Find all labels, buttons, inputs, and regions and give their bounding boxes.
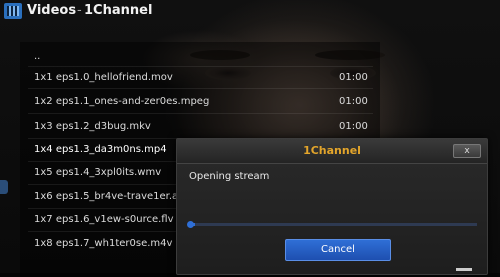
progress-indicator (187, 221, 194, 228)
list-item-duration: 01:00 (339, 72, 368, 83)
breadcrumb-separator: - (77, 3, 82, 18)
cancel-button[interactable]: Cancel (285, 239, 391, 261)
list-item-label: 1x8 eps1.7_wh1ter0se.m4v (34, 238, 173, 249)
list-item[interactable]: 1x1 eps1.0_hellofriend.mov 01:00 (34, 67, 374, 89)
list-item-label: 1x2 eps1.1_ones-and-zer0es.mpeg (34, 96, 210, 107)
list-item-parent[interactable]: .. (34, 46, 374, 68)
list-item-label: 1x5 eps1.4_3xpl0its.wmv (34, 167, 162, 178)
list-item-label: 1x3 eps1.2_d3bug.mkv (34, 121, 151, 132)
top-bar: Videos - 1Channel (0, 0, 500, 24)
side-menu-tab[interactable] (0, 180, 8, 194)
list-item-label: 1x1 eps1.0_hellofriend.mov (34, 72, 173, 83)
list-item-label: 1x6 eps1.5_br4ve-trave1er.as (34, 191, 184, 202)
videos-icon (4, 3, 22, 19)
list-item-duration: 01:00 (339, 121, 368, 132)
row-divider (28, 88, 373, 89)
list-item-label: 1x7 eps1.6_v1ew-s0urce.flv (34, 214, 174, 225)
list-item[interactable]: 1x2 eps1.1_ones-and-zer0es.mpeg 01:00 (34, 91, 374, 113)
row-divider (28, 113, 373, 114)
list-item[interactable]: 1x3 eps1.2_d3bug.mkv 01:00 (34, 116, 374, 138)
list-item-duration: 01:00 (339, 96, 368, 107)
page-title: Videos (27, 3, 77, 18)
progress-bar (187, 221, 477, 228)
close-icon: x (464, 146, 470, 156)
progress-dialog: 1Channel x Opening stream Cancel (176, 138, 488, 275)
dialog-header: 1Channel x (177, 139, 487, 164)
dialog-message: Opening stream (189, 171, 270, 182)
corner-indicator (456, 268, 472, 271)
list-item-label: 1x4 eps1.3_da3m0ns.mp4 (34, 144, 167, 155)
close-button[interactable]: x (453, 144, 481, 158)
list-item-label: .. (34, 51, 41, 62)
dialog-title: 1Channel (303, 144, 361, 157)
breadcrumb: 1Channel (84, 3, 153, 18)
